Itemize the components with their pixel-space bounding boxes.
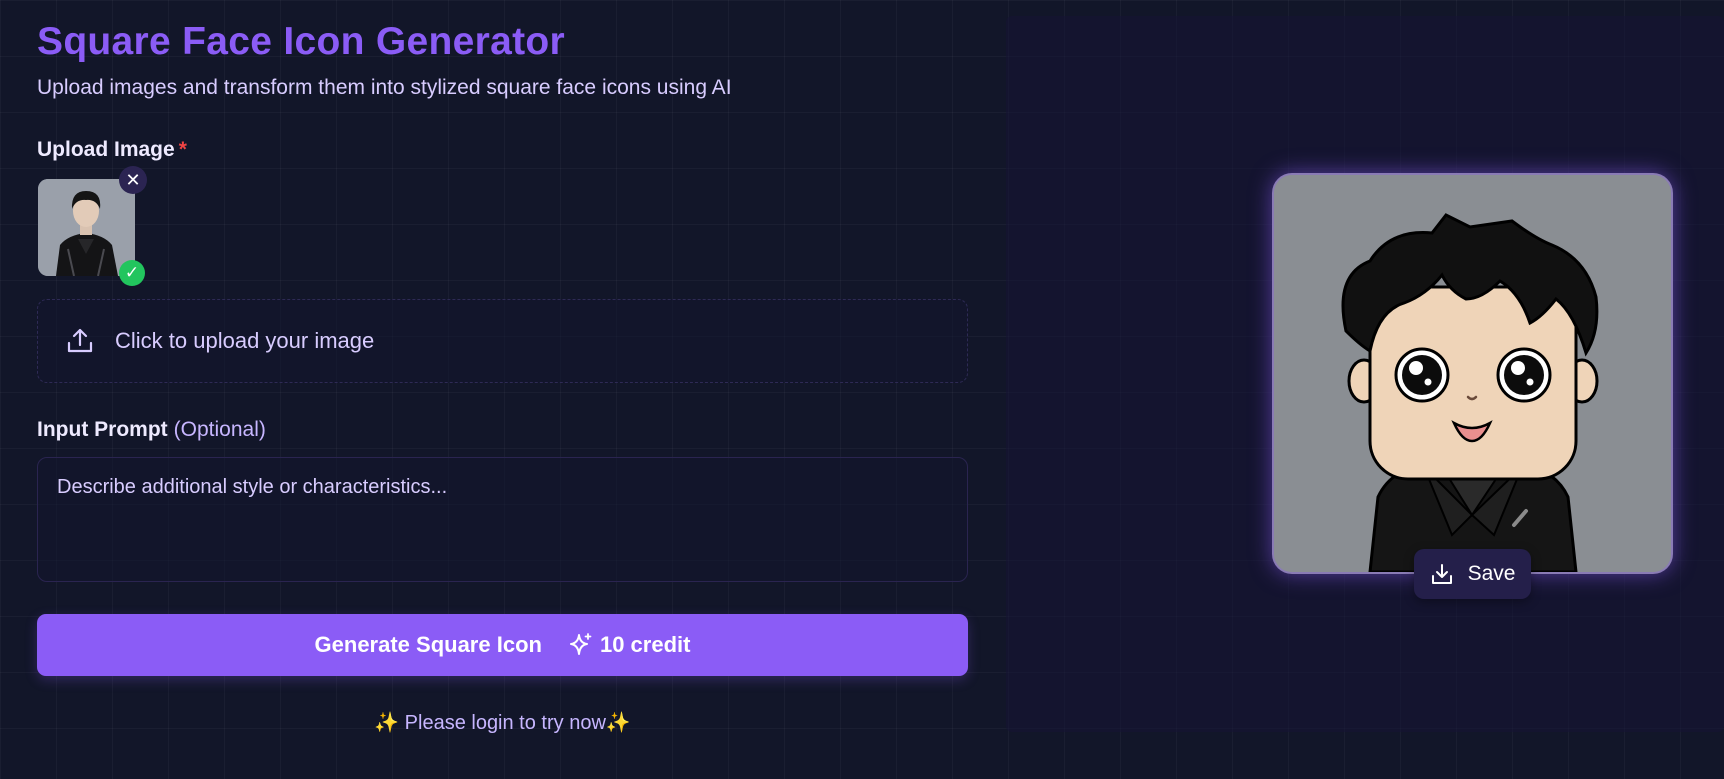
upload-image-label: Upload Image * xyxy=(37,138,187,162)
prompt-label-text: Input Prompt xyxy=(37,418,168,441)
credit-cost: 10 credit xyxy=(568,632,691,658)
generate-button-label: Generate Square Icon xyxy=(314,632,542,657)
uploaded-image-thumbnail[interactable] xyxy=(38,179,135,276)
upload-dropzone[interactable]: Click to upload your image xyxy=(37,299,968,383)
generated-icon-preview xyxy=(1272,173,1673,574)
credit-text: 10 credit xyxy=(599,632,691,657)
page-title: Square Face Icon Generator xyxy=(37,20,565,63)
check-icon: ✓ xyxy=(124,263,140,282)
prompt-input[interactable] xyxy=(37,457,968,582)
page-subtitle: Upload images and transform them into st… xyxy=(37,76,732,99)
save-button-label: Save xyxy=(1467,562,1516,585)
close-icon: ✕ xyxy=(125,169,141,190)
upload-image-label-text: Upload Image xyxy=(37,138,175,161)
download-icon xyxy=(1431,564,1452,584)
generator-form: Square Face Icon Generator Upload images… xyxy=(37,0,969,779)
required-mark: * xyxy=(178,138,187,161)
remove-image-button[interactable]: ✕ xyxy=(119,166,147,194)
save-button[interactable]: Save xyxy=(1414,549,1531,599)
optional-text: (Optional) xyxy=(173,418,266,441)
uploaded-photo xyxy=(38,179,135,276)
prompt-label: Input Prompt (Optional) xyxy=(37,418,266,442)
upload-success-badge: ✓ xyxy=(119,260,145,286)
dropzone-text: Click to upload your image xyxy=(115,328,375,353)
sparkle-icon xyxy=(569,633,592,655)
login-note: ✨ Please login to try now✨ xyxy=(374,712,631,734)
generate-button[interactable]: Generate Square Icon 10 credit xyxy=(37,614,968,676)
upload-icon xyxy=(67,328,93,353)
generated-avatar-image xyxy=(1274,175,1671,572)
